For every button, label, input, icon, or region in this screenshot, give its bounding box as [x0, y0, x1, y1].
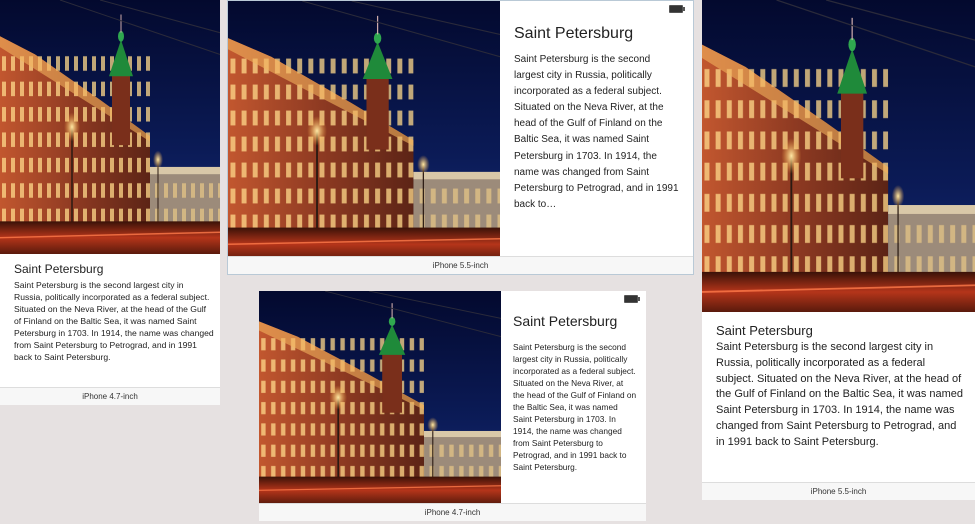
device-preview-iphone-5-5-landscape: Saint Petersburg Saint Petersburg is the… [227, 0, 694, 275]
device-caption: iPhone 5.5-inch [228, 256, 693, 274]
city-description: Saint Petersburg is the second largest c… [513, 342, 637, 472]
city-description: Saint Petersburg is the second largest c… [716, 341, 964, 448]
city-photo [0, 0, 220, 254]
device-caption: iPhone 5.5-inch [702, 482, 975, 500]
city-title: Saint Petersburg [514, 25, 634, 42]
device-preview-iphone-4-7-landscape: Saint Petersburg Saint Petersburg is the… [259, 291, 646, 521]
city-photo [702, 0, 975, 312]
device-preview-iphone-4-7-portrait: Saint Petersburg Saint Petersburg is the… [0, 0, 220, 405]
city-title: Saint Petersburg [716, 323, 813, 338]
city-photo [228, 1, 500, 261]
city-description: Saint Petersburg is the second largest c… [14, 280, 214, 362]
city-description: Saint Petersburg is the second largest c… [514, 54, 679, 210]
battery-icon [624, 295, 640, 303]
device-preview-iphone-5-5-portrait: Saint Petersburg Saint Petersburg is the… [702, 0, 975, 500]
battery-icon [669, 5, 685, 13]
city-title: Saint Petersburg [513, 313, 618, 329]
city-photo [259, 291, 501, 504]
device-caption: iPhone 4.7-inch [259, 503, 646, 521]
device-caption: iPhone 4.7-inch [0, 387, 220, 405]
city-title: Saint Petersburg [14, 262, 104, 276]
